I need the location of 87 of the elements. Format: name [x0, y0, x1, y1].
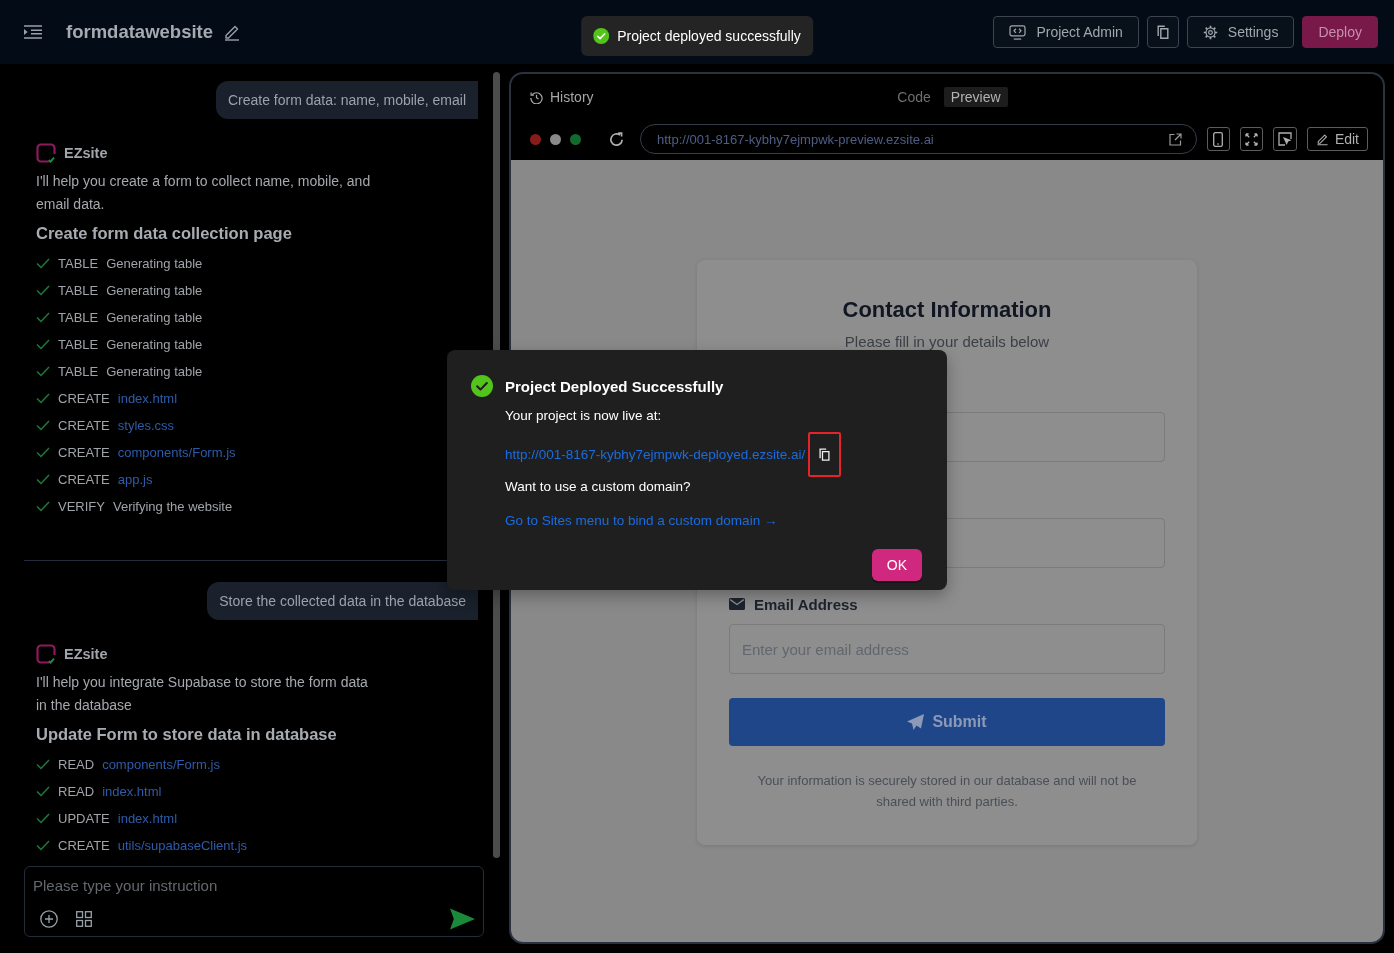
step-action: TABLE	[58, 337, 99, 352]
history-icon	[530, 90, 543, 104]
step-action: CREATE	[58, 445, 110, 460]
step-action: TABLE	[58, 364, 99, 379]
step-action: CREATE	[58, 838, 110, 853]
composer-panel[interactable]: Please type your instruction	[24, 866, 484, 937]
step-action: CREATE	[58, 418, 110, 433]
phone-icon	[1213, 131, 1224, 147]
privacy-note: Your information is securely stored in our database and will not be shared with third parties.	[756, 772, 1138, 811]
custom-domain-link[interactable]: Go to Sites menu to bind a custom domain →	[505, 511, 778, 531]
paper-plane-icon	[907, 713, 925, 731]
user-message: Store the collected data in the database	[207, 582, 478, 620]
deploy-button[interactable]: Deploy	[1302, 16, 1378, 48]
step-description: Generating table	[106, 310, 203, 325]
external-link-icon[interactable]	[1168, 132, 1182, 146]
deployed-url-link[interactable]: http://001-8167-kybhy7ejmpwk-deployed.ezsite.ai/	[505, 444, 806, 465]
submit-button[interactable]: Submit	[729, 698, 1165, 746]
window-control-icon[interactable]	[550, 133, 561, 145]
task-heading: Create form data collection page	[36, 223, 292, 244]
file-link[interactable]: index.html	[117, 391, 177, 406]
toast-message: Project deployed successfully	[617, 28, 801, 44]
cursor-select-icon	[1277, 132, 1292, 146]
monitor-code-icon	[1009, 24, 1027, 40]
envelope-icon	[729, 598, 745, 610]
copy-icon	[1156, 25, 1169, 39]
step-action: TABLE	[58, 283, 99, 298]
user-message: Create form data: name, mobile, email	[215, 81, 478, 119]
mobile-view-button[interactable]	[1206, 127, 1230, 151]
copy-button[interactable]	[1146, 16, 1179, 48]
step-action: READ	[58, 784, 95, 799]
plus-circle-icon[interactable]	[40, 910, 58, 928]
field-label: Email Address	[754, 595, 858, 613]
assistant-message: I'll help you integrate Supabase to store the form data in the database	[36, 673, 369, 715]
file-link[interactable]: components/Form.js	[117, 445, 236, 460]
sender-name: EZsite	[64, 145, 108, 161]
project-name: formdatawebsite	[66, 21, 213, 43]
expand-icon	[1244, 132, 1258, 146]
sender-name: EZsite	[64, 646, 108, 662]
settings-icon	[1202, 24, 1218, 40]
step-action: CREATE	[58, 391, 110, 406]
select-element-button[interactable]	[1272, 127, 1297, 151]
copy-url-button[interactable]	[808, 432, 842, 477]
file-link[interactable]: styles.css	[117, 418, 175, 433]
step-description: Generating table	[106, 283, 203, 298]
view-tab[interactable]: Code	[890, 87, 938, 107]
settings-button[interactable]: Settings	[1186, 16, 1295, 48]
form-title: Contact Information	[842, 296, 1052, 324]
window-control-icon[interactable]	[570, 133, 581, 145]
form-subtitle: Please fill in your details below	[844, 332, 1050, 352]
dialog-title: Project Deployed Successfully	[505, 377, 724, 395]
step-description: Generating table	[106, 256, 203, 271]
fullscreen-button[interactable]	[1239, 127, 1263, 151]
step-action: READ	[58, 757, 95, 772]
edit-button[interactable]: Edit	[1306, 127, 1368, 151]
step-action: CREATE	[58, 472, 110, 487]
logo-icon	[36, 644, 56, 664]
step-description: Verifying the website	[112, 499, 233, 514]
pencil-icon[interactable]	[223, 23, 241, 41]
menu-icon[interactable]	[24, 25, 42, 39]
instruction-input[interactable]: Please type your instruction	[33, 874, 475, 896]
logo-icon	[36, 143, 56, 163]
grid-icon[interactable]	[76, 911, 92, 927]
refresh-icon[interactable]	[609, 131, 624, 147]
history-button[interactable]: History	[530, 89, 594, 105]
task-heading: Update Form to store data in database	[36, 724, 337, 745]
step-action: TABLE	[58, 256, 99, 271]
file-link[interactable]: utils/supabaseClient.js	[117, 838, 248, 853]
dialog-question: Want to use a custom domain?	[505, 478, 691, 496]
success-check-icon	[471, 375, 493, 397]
step-action: VERIFY	[58, 499, 105, 514]
step-description: Generating table	[106, 337, 203, 352]
success-check-icon	[593, 28, 610, 44]
pencil-icon	[1315, 132, 1329, 146]
copy-icon	[819, 448, 831, 461]
view-tab[interactable]: Preview	[943, 87, 1008, 107]
file-link[interactable]: index.html	[102, 784, 162, 799]
assistant-message: I'll help you create a form to collect name, mobile, and email data.	[36, 172, 372, 214]
step-action: UPDATE	[58, 811, 110, 826]
send-icon[interactable]	[450, 908, 475, 930]
step-action: TABLE	[58, 310, 99, 325]
file-link[interactable]: index.html	[117, 811, 177, 826]
ok-button[interactable]: OK	[871, 549, 922, 581]
file-link[interactable]: app.js	[117, 472, 153, 487]
admin-button[interactable]: Project Admin	[993, 16, 1139, 48]
file-link[interactable]: components/Form.js	[102, 757, 220, 772]
dialog-text: Your project is now live at:	[505, 407, 662, 425]
step-description: Generating table	[106, 364, 203, 379]
